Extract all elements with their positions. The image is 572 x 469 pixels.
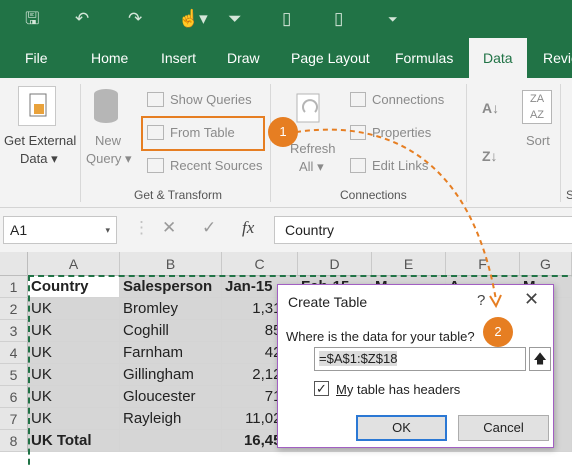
callout-1: 1: [268, 117, 298, 147]
callout-connector: [295, 128, 502, 309]
callout-2: 2: [483, 317, 513, 347]
